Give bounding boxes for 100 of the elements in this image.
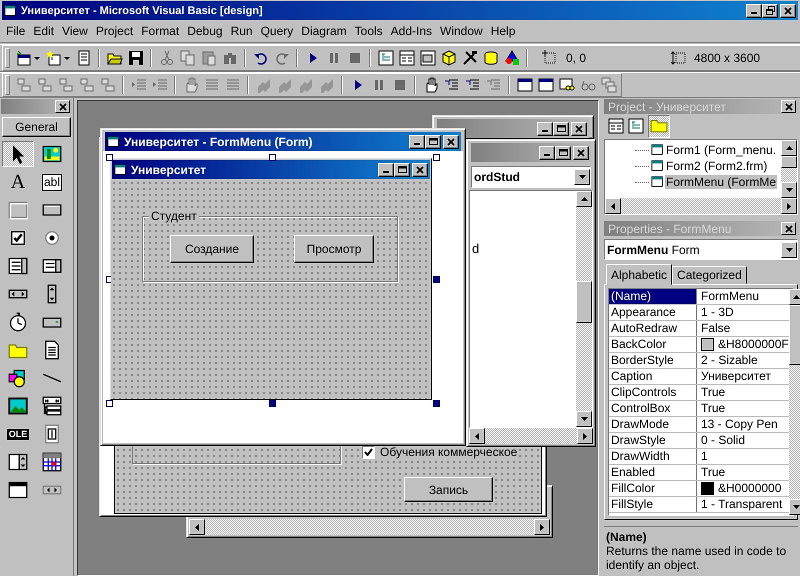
database-icon[interactable]	[482, 50, 498, 66]
tree-window-icon[interactable]	[378, 50, 394, 66]
tree-item[interactable]: FormMenu (FormMe	[665, 175, 778, 189]
window-sparkle-icon[interactable]	[16, 50, 32, 66]
property-value[interactable]: True	[701, 385, 726, 400]
close-button[interactable]	[412, 162, 428, 176]
scrollbar[interactable]	[576, 191, 592, 427]
tab[interactable]: Alphabetic	[606, 264, 672, 285]
menu-item[interactable]: Run	[226, 24, 257, 38]
scroll-up-button[interactable]	[781, 140, 797, 156]
spin-list-icon[interactable]	[8, 452, 28, 472]
scroll-left-button[interactable]	[189, 519, 205, 535]
property-name[interactable]: AutoRedraw	[609, 321, 697, 336]
checkbox-icon[interactable]	[8, 228, 28, 248]
watch-window-icon[interactable]	[558, 77, 574, 93]
menu-item[interactable]: View	[58, 24, 92, 38]
close-button[interactable]	[55, 100, 70, 113]
close-button[interactable]	[781, 222, 796, 235]
menu-item[interactable]: Help	[486, 24, 520, 38]
menu-item[interactable]: Project	[92, 24, 138, 38]
panel-window-icon[interactable]	[538, 77, 554, 93]
document-icon[interactable]	[42, 340, 62, 360]
minimize-button[interactable]	[378, 162, 394, 176]
close-button[interactable]	[780, 4, 796, 18]
combo-tool-icon[interactable]	[8, 256, 28, 276]
property-name[interactable]: Caption	[609, 369, 697, 384]
windows-icon[interactable]	[420, 50, 436, 66]
menu-item[interactable]: Debug	[183, 24, 227, 38]
object-dropdown[interactable]: ordStud	[471, 166, 591, 188]
property-name[interactable]: BackColor	[609, 337, 697, 352]
property-name[interactable]: DrawMode	[609, 417, 697, 432]
code-editor[interactable]: d	[469, 190, 593, 428]
textbox-tool-icon[interactable]: abl	[42, 174, 62, 190]
property-value[interactable]: 0 - Solid	[701, 433, 746, 448]
menu-item[interactable]: Window	[436, 24, 487, 38]
checkbox[interactable]	[362, 446, 375, 458]
resize-handle[interactable]	[106, 154, 113, 161]
window-icon[interactable]	[8, 480, 28, 500]
property-value[interactable]: 13 - Copy Pen	[701, 417, 778, 432]
property-value[interactable]: Университет	[701, 369, 771, 384]
menu-item[interactable]: Add-Ins	[386, 24, 436, 38]
property-name[interactable]: DrawWidth	[609, 449, 697, 464]
scroll-up-button[interactable]	[788, 289, 800, 305]
scrollbar[interactable]	[189, 519, 550, 535]
radio-icon[interactable]	[42, 228, 62, 248]
scroll-thumb[interactable]	[788, 305, 800, 365]
caret-icon[interactable]	[64, 56, 70, 60]
resize-handle[interactable]	[269, 154, 276, 161]
object-dropdown[interactable]: FormMenu Form	[604, 239, 798, 260]
resize-handle[interactable]	[433, 400, 440, 407]
stopwatch-icon[interactable]	[8, 312, 28, 332]
scrollbar[interactable]	[469, 428, 593, 444]
property-value[interactable]: True	[701, 465, 726, 480]
maximize-button[interactable]	[394, 162, 410, 176]
shapes-icon[interactable]	[8, 368, 28, 388]
property-value[interactable]: &H0000000	[718, 481, 782, 496]
close-button[interactable]	[443, 134, 459, 148]
tree-window-icon[interactable]	[628, 118, 644, 134]
frame-tool-icon[interactable]	[8, 200, 28, 220]
scroll-right-button[interactable]	[577, 428, 593, 444]
menu-item[interactable]: Edit	[29, 24, 58, 38]
property-name[interactable]: BorderStyle	[609, 353, 697, 368]
menu-item[interactable]: Format	[137, 24, 184, 38]
property-name[interactable]: FillColor	[609, 481, 697, 496]
minimize-button[interactable]	[746, 4, 762, 18]
property-name[interactable]: ControlBox	[609, 401, 697, 416]
scroll-left-button[interactable]	[469, 428, 485, 444]
shapes-icon[interactable]	[504, 50, 520, 66]
dropdown-button[interactable]	[781, 242, 797, 258]
property-value[interactable]: True	[701, 401, 726, 416]
property-value[interactable]: &H8000000F	[718, 337, 789, 352]
scroll-right-button[interactable]	[781, 198, 797, 214]
restore-button[interactable]	[762, 4, 778, 18]
property-name[interactable]: DrawStyle	[609, 433, 697, 448]
scroll-left-button[interactable]	[605, 198, 621, 214]
caret-icon[interactable]	[34, 56, 40, 60]
menu-item[interactable]: Tools	[350, 24, 387, 38]
maximize-button[interactable]	[425, 134, 441, 148]
list-tool-icon[interactable]	[42, 256, 62, 276]
dropdown-button[interactable]	[574, 169, 590, 185]
property-value[interactable]: False	[701, 321, 730, 336]
close-button[interactable]	[781, 100, 796, 113]
scroll-thumb[interactable]	[781, 156, 797, 168]
tab[interactable]: Categorized	[672, 266, 747, 284]
tree-item[interactable]: Form1 (Form_menu.	[665, 143, 778, 157]
property-name[interactable]: Appearance	[609, 305, 697, 320]
scroll-down-button[interactable]	[788, 499, 800, 515]
image-icon[interactable]	[8, 396, 28, 416]
panel-window-icon[interactable]	[516, 77, 532, 93]
menu-item[interactable]: Query	[256, 24, 298, 38]
property-name[interactable]: (Name)	[609, 289, 697, 304]
resize-handle[interactable]	[269, 400, 276, 407]
property-value[interactable]: 1	[701, 449, 708, 464]
resize-handle[interactable]	[106, 400, 113, 407]
toolbox-tab[interactable]: General	[2, 117, 71, 137]
scrollbar[interactable]	[781, 140, 797, 198]
property-name[interactable]: ClipControls	[609, 385, 697, 400]
resize-handle[interactable]	[433, 154, 440, 161]
numbered-frame-icon[interactable]	[42, 424, 62, 444]
scroll-right-button[interactable]	[534, 519, 550, 535]
